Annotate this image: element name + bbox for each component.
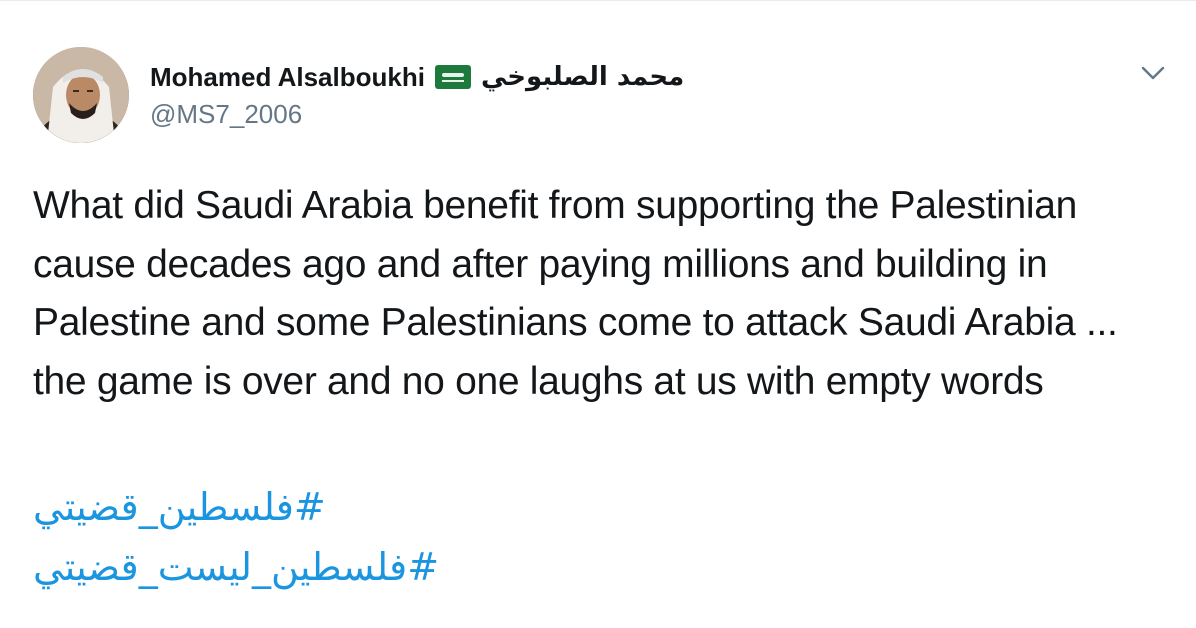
tweet-header: Mohamed Alsalboukhi محمد الصلبوخي @MS7_2… (150, 59, 1116, 130)
author-display-name[interactable]: Mohamed Alsalboukhi (150, 62, 425, 93)
hashtag-list: #فلسطين_قضيتي #فلسطين_ليست_قضيتي (33, 477, 439, 597)
hashtag-link[interactable]: #فلسطين_قضيتي (33, 477, 326, 537)
saudi-arabia-flag-icon (434, 65, 471, 89)
tweet-text: What did Saudi Arabia benefit from suppo… (33, 184, 1118, 403)
hashtag-link[interactable]: #فلسطين_ليست_قضيتي (33, 537, 439, 597)
author-arabic-name[interactable]: محمد الصلبوخي (481, 62, 684, 92)
avatar[interactable] (33, 47, 129, 143)
tweet-card: Mohamed Alsalboukhi محمد الصلبوخي @MS7_2… (0, 0, 1196, 628)
avatar-portrait-image (33, 47, 129, 143)
author-name-row[interactable]: Mohamed Alsalboukhi محمد الصلبوخي (150, 59, 1116, 95)
chevron-down-icon[interactable] (1138, 61, 1168, 85)
author-handle[interactable]: @MS7_2006 (150, 99, 1116, 130)
